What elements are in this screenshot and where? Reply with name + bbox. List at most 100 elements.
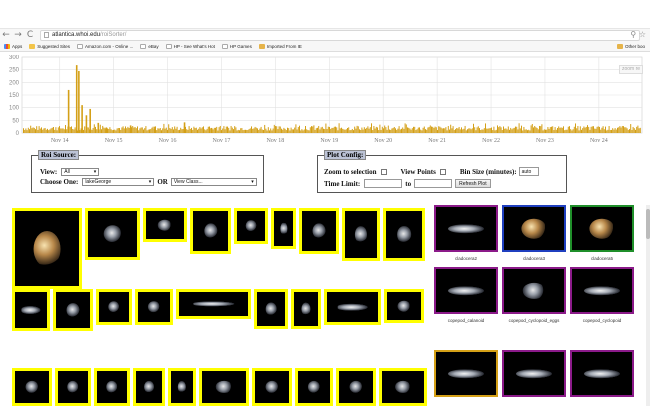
other-bookmarks[interactable]: Other boo (616, 44, 645, 49)
roi-thumbnail[interactable] (190, 208, 231, 254)
data-bar (104, 128, 106, 133)
page-scrollbar[interactable] (646, 205, 650, 406)
bookmark-item[interactable]: Suggested Sites (29, 43, 70, 49)
data-bar (450, 124, 452, 133)
data-bar (518, 123, 520, 133)
class-example-image[interactable] (502, 205, 566, 252)
bookmark-item[interactable]: eBay (140, 43, 159, 49)
data-bar (564, 130, 566, 133)
view-select[interactable]: All ▾ (61, 168, 100, 176)
data-bar (456, 127, 458, 133)
roi-thumbnail[interactable] (291, 289, 321, 329)
roi-thumbnail[interactable] (143, 208, 187, 242)
organism-image (584, 368, 620, 379)
bookmark-item[interactable]: HP Games (221, 43, 252, 49)
data-bar (27, 127, 29, 133)
view-points-checkbox[interactable] (439, 168, 446, 175)
data-bar (596, 126, 598, 133)
data-bar (356, 125, 358, 133)
roi-thumbnail[interactable] (254, 289, 288, 329)
class-tile[interactable]: cladocera2 (434, 205, 498, 265)
bookmark-item[interactable]: HP - See What's Hot (165, 43, 215, 49)
data-bar (476, 127, 478, 133)
roi-thumbnail[interactable] (53, 289, 93, 331)
data-bar (396, 129, 398, 133)
chart-svg[interactable]: 0 50 100 150 200 250 300 Nov 14 Nov 15 Nov 16 Nov … (0, 55, 650, 147)
class-tile[interactable]: copepod_calanoid (434, 267, 498, 327)
data-bar (547, 127, 549, 133)
class-tile[interactable] (502, 350, 566, 406)
roi-thumbnail[interactable] (96, 289, 132, 325)
class-tile[interactable] (570, 350, 634, 406)
class-tile[interactable]: copepod_cyclopoid_eggs (502, 267, 566, 327)
roi-thumbnail[interactable] (342, 208, 380, 261)
bin-size-input[interactable]: auto (518, 167, 539, 176)
roi-thumbnail[interactable] (133, 368, 165, 406)
forward-icon[interactable]: → (12, 29, 24, 41)
roi-thumbnail[interactable] (176, 289, 251, 319)
bookmark-item[interactable]: Amazon.com - Online ... (77, 43, 133, 49)
roi-thumbnail[interactable] (55, 368, 91, 406)
data-bar (193, 126, 195, 133)
roi-thumbnail[interactable] (379, 368, 427, 406)
roi-thumbnail[interactable] (12, 208, 82, 289)
view-label: View: (40, 168, 58, 176)
back-icon[interactable]: ← (0, 29, 12, 41)
data-bar (25, 128, 27, 133)
data-bar (224, 129, 226, 133)
class-tile[interactable] (434, 350, 498, 406)
roi-thumbnail[interactable] (271, 208, 296, 249)
roi-thumbnail[interactable] (168, 368, 196, 406)
data-bar (368, 128, 370, 133)
class-example-image[interactable] (434, 350, 498, 397)
roi-thumbnail[interactable] (384, 289, 424, 323)
data-bar (588, 126, 590, 133)
data-bar (349, 130, 351, 133)
roi-thumbnail[interactable] (199, 368, 249, 406)
class-example-image[interactable] (502, 350, 566, 397)
data-bar (122, 126, 124, 133)
data-bar (428, 126, 430, 133)
roi-count-chart[interactable]: 0 50 100 150 200 250 300 Nov 14 Nov 15 Nov 16 Nov … (0, 55, 650, 147)
roi-thumbnail[interactable] (234, 208, 268, 244)
data-bar (348, 127, 350, 133)
class-example-image[interactable] (502, 267, 566, 314)
data-bar (410, 129, 412, 133)
time-limit-from-input[interactable] (364, 179, 403, 188)
data-bar (633, 128, 635, 133)
roi-thumbnail[interactable] (295, 368, 333, 406)
roi-thumbnail[interactable] (85, 208, 140, 260)
bookmark-item[interactable]: Imported From IE (258, 43, 302, 49)
data-bar (44, 127, 46, 133)
dataset-select[interactable]: lakeGeorge ▾ (82, 178, 155, 186)
zoom-star-icons[interactable]: ⚲ ☆ (630, 30, 646, 39)
roi-thumbnail[interactable] (252, 368, 292, 406)
roi-thumbnail[interactable] (336, 368, 376, 406)
zoom-selection-checkbox[interactable] (380, 168, 387, 175)
other-bookmarks-label: Other boo (624, 44, 645, 49)
class-example-image[interactable] (434, 205, 498, 252)
bookmark-item[interactable]: Apps (4, 43, 22, 49)
class-tile[interactable]: cladocera5 (570, 205, 634, 265)
refresh-plot-button[interactable]: Refresh Plot (455, 179, 491, 188)
roi-thumbnail[interactable] (12, 368, 52, 406)
roi-thumbnail[interactable] (135, 289, 173, 325)
class-example-image[interactable] (570, 205, 634, 252)
class-example-image[interactable] (570, 350, 634, 397)
roi-thumbnail[interactable] (12, 289, 50, 331)
roi-thumbnail[interactable] (299, 208, 339, 254)
class-select[interactable]: View Class... ▾ (170, 178, 257, 186)
roi-thumbnail[interactable] (94, 368, 130, 406)
class-example-image[interactable] (570, 267, 634, 314)
roi-thumbnail[interactable] (383, 208, 425, 261)
address-bar[interactable]: atlantica.whoi.edu /roiSorter/ (40, 29, 640, 41)
reload-icon[interactable]: C (24, 29, 36, 41)
scrollbar-thumb[interactable] (646, 209, 650, 239)
roi-thumbnail[interactable] (324, 289, 381, 325)
zoom-reset-button[interactable]: zoom re (619, 65, 644, 74)
class-example-image[interactable] (434, 267, 498, 314)
time-limit-to-input[interactable] (414, 179, 453, 188)
class-tile[interactable]: copepod_cyclopoid (570, 267, 634, 327)
y-tick-label: 300 (9, 55, 20, 61)
class-tile[interactable]: cladocera3 (502, 205, 566, 265)
